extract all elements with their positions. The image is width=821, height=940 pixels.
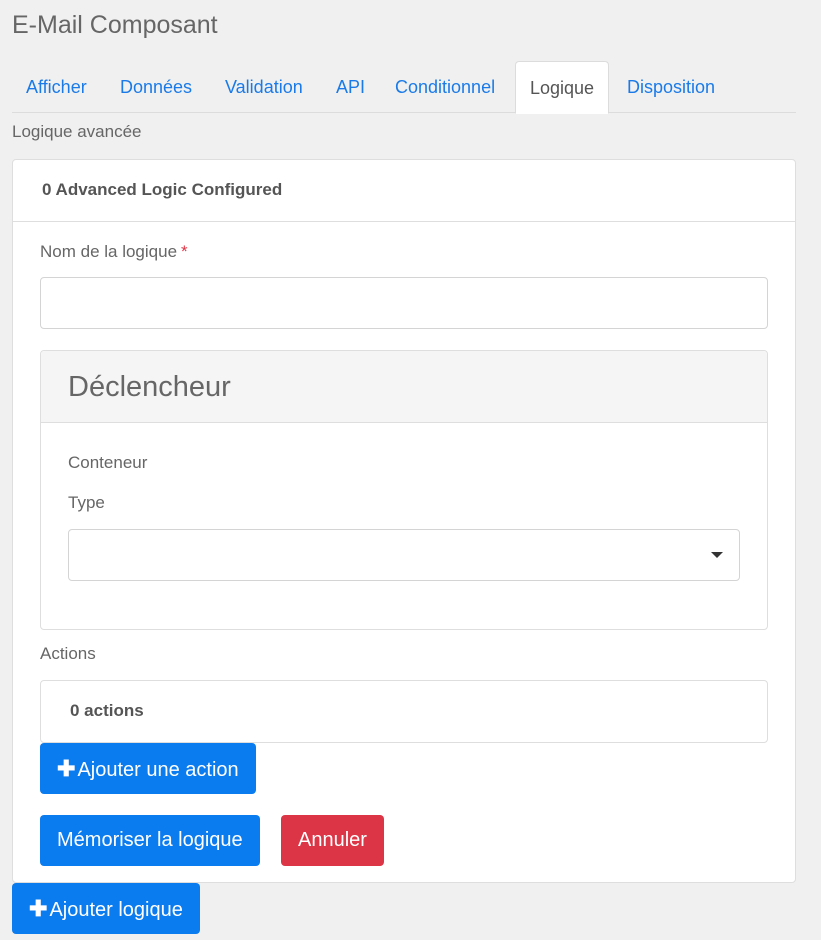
section-label: Logique avancée (12, 122, 142, 141)
logic-name-label: Nom de la logique * (40, 242, 188, 262)
save-logic-button[interactable]: Mémoriser la logique (40, 815, 260, 866)
container-label: Conteneur (68, 453, 148, 472)
add-logic-label: Ajouter logique (49, 899, 183, 921)
tab-validation[interactable]: Validation (211, 61, 317, 113)
logic-count-header: 0 Advanced Logic Configured (13, 160, 795, 222)
cancel-button[interactable]: Annuler (281, 815, 384, 866)
type-select[interactable] (68, 529, 740, 581)
trigger-panel: Déclencheur Conteneur Type (40, 350, 768, 630)
tab-disposition[interactable]: Disposition (613, 61, 729, 113)
tab-bar: Afficher Données Validation API Conditio… (12, 61, 796, 114)
add-action-button[interactable]: ✚ Ajouter une action (40, 743, 256, 794)
required-mark: * (181, 242, 188, 261)
tab-logique[interactable]: Logique (515, 61, 610, 114)
trigger-title: Déclencheur (41, 351, 767, 423)
add-action-label: Ajouter une action (77, 759, 239, 781)
tab-api[interactable]: API (322, 61, 379, 113)
logic-name-input[interactable] (40, 277, 768, 329)
actions-label: Actions (40, 644, 96, 663)
tab-donnees[interactable]: Données (106, 61, 206, 113)
type-label: Type (68, 493, 105, 512)
chevron-down-icon (711, 552, 723, 558)
tab-afficher[interactable]: Afficher (12, 61, 101, 113)
add-logic-button[interactable]: ✚ Ajouter logique (12, 883, 200, 934)
logic-card: 0 Advanced Logic Configured Nom de la lo… (12, 159, 796, 883)
page-title: E-Mail Composant (12, 11, 218, 39)
actions-count: 0 actions (40, 680, 768, 743)
plus-icon: ✚ (29, 896, 48, 921)
logic-name-label-text: Nom de la logique (40, 242, 178, 261)
tab-conditionnel[interactable]: Conditionnel (381, 61, 509, 113)
plus-icon: ✚ (57, 756, 76, 781)
